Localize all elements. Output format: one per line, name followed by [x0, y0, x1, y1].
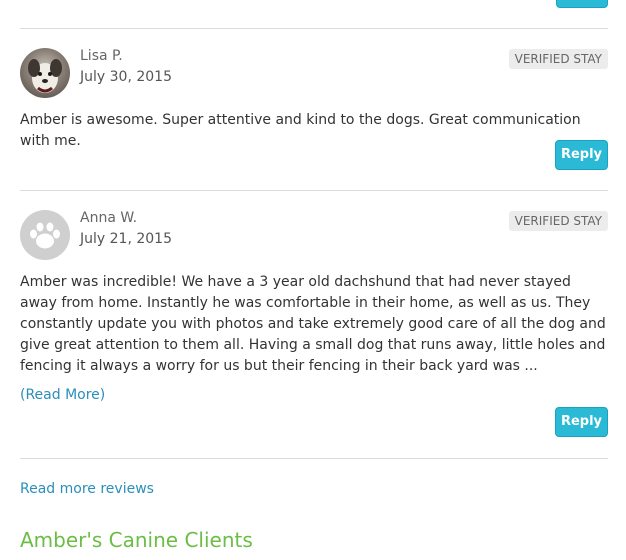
review-item: Lisa P. July 30, 2015 VERIFIED STAY Ambe… — [20, 48, 608, 176]
review-date: July 30, 2015 — [80, 69, 172, 85]
verified-stay-badge: VERIFIED STAY — [508, 49, 608, 69]
divider — [20, 458, 608, 459]
review-text: Amber was incredible! We have a 3 year o… — [20, 274, 606, 374]
reviewer-name: Lisa P. — [80, 48, 123, 64]
reply-button[interactable]: Reply — [555, 140, 608, 170]
reviewer-name: Anna W. — [80, 210, 138, 226]
reviewer-avatar — [20, 210, 70, 260]
reply-button[interactable]: Reply — [555, 407, 608, 437]
section-title: Amber's Canine Clients — [20, 528, 253, 552]
review-date: July 21, 2015 — [80, 231, 172, 247]
review-item: Anna W. July 21, 2015 VERIFIED STAY Ambe… — [20, 210, 608, 440]
reviewer-avatar — [20, 48, 70, 98]
reply-button-previous[interactable] — [556, 0, 608, 8]
paw-icon — [30, 222, 60, 249]
review-text: Amber is awesome. Super attentive and ki… — [20, 112, 581, 149]
divider — [20, 190, 608, 191]
read-more-link[interactable]: (Read More) — [20, 387, 105, 403]
divider — [20, 28, 608, 29]
dog-photo-icon — [28, 59, 62, 93]
read-more-reviews-link[interactable]: Read more reviews — [20, 481, 154, 497]
verified-stay-badge: VERIFIED STAY — [508, 211, 608, 231]
